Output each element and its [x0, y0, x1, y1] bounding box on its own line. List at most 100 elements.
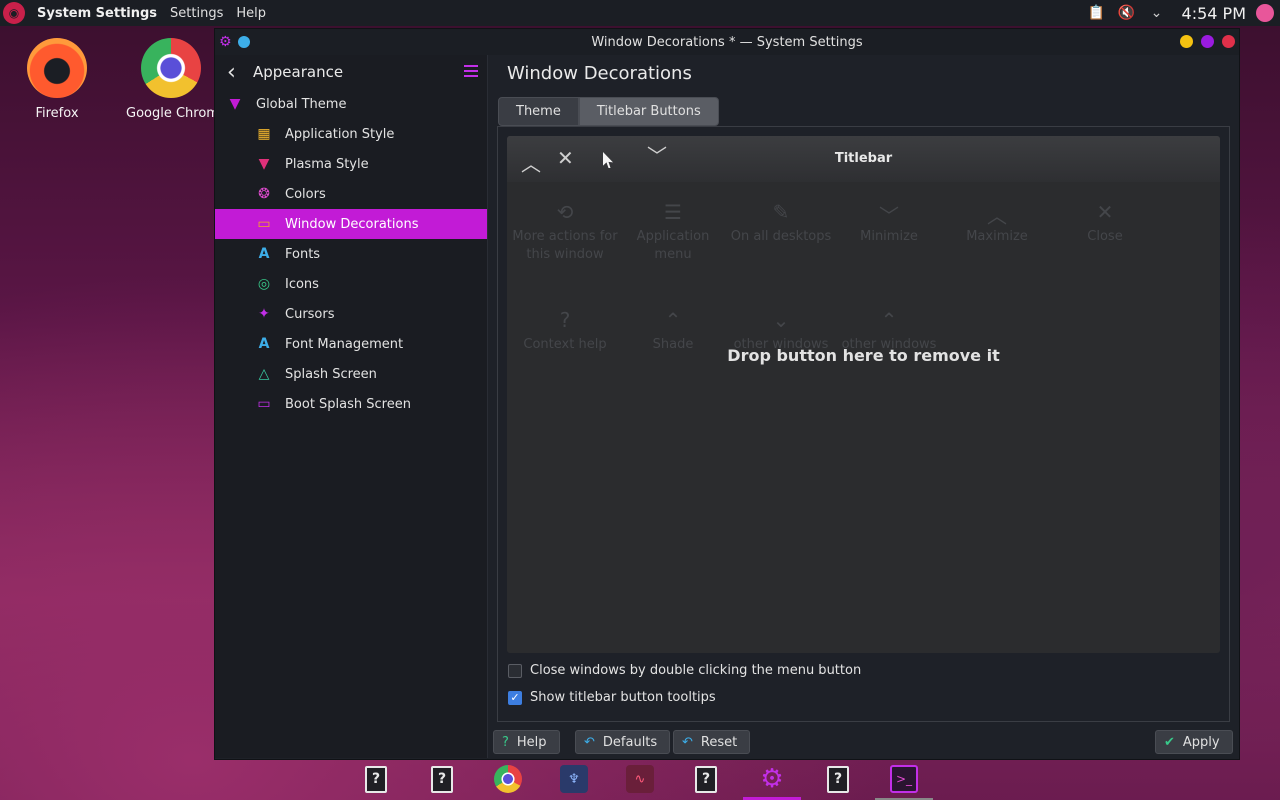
reset-button[interactable]: ↶ Reset — [673, 730, 751, 754]
help-icon: ? — [559, 308, 571, 332]
system-tray: 📋 🔇 ⌄ 4:54 PM — [1082, 0, 1280, 26]
sidebar-item-label: Splash Screen — [285, 366, 377, 382]
option-label: Close windows by double clicking the men… — [530, 663, 862, 678]
menu-help[interactable]: Help — [236, 6, 266, 21]
available-button-minimize[interactable]: ﹀ Minimize — [835, 200, 943, 246]
sidebar-item-label: Application Style — [285, 126, 395, 142]
back-chevron-icon[interactable]: ‹ — [227, 60, 243, 85]
sidebar-item-application-style[interactable]: ▦ Application Style — [215, 119, 487, 149]
sidebar-item-plasma-style[interactable]: ▼ Plasma Style — [215, 149, 487, 179]
clipboard-icon[interactable]: 📋 — [1088, 4, 1106, 22]
apply-button[interactable]: ✔ Apply — [1155, 730, 1233, 754]
chrome-icon — [494, 765, 522, 793]
option-show-tooltips[interactable]: ✓ Show titlebar button tooltips — [508, 690, 716, 705]
available-button-label: More actions for this window — [512, 229, 618, 262]
sidebar-item-fonts[interactable]: A Fonts — [215, 239, 487, 269]
sidebar-item-label: Window Decorations — [285, 216, 419, 232]
system-settings-window: ⚙ Window Decorations * — System Settings… — [214, 28, 1240, 760]
task-unknown-app[interactable]: ? — [413, 758, 471, 800]
clock[interactable]: 4:54 PM — [1182, 4, 1246, 23]
available-button-label: Application menu — [636, 229, 710, 262]
sidebar: ‹ Appearance ▼ Global Theme ▦ Applicatio… — [215, 55, 488, 758]
tree-app-icon: ♆ — [560, 765, 588, 793]
unknown-app-icon: ? — [431, 765, 453, 793]
chevron-down-icon[interactable]: ⌄ — [1148, 4, 1166, 22]
unknown-app-icon: ? — [365, 765, 387, 793]
task-chrome[interactable] — [479, 758, 537, 800]
volume-muted-icon[interactable]: 🔇 — [1118, 4, 1136, 22]
taskbar: ? ? ♆ ∿ ? ⚙ ? >_ — [343, 758, 937, 800]
tab-titlebar-buttons[interactable]: Titlebar Buttons — [578, 97, 719, 126]
task-system-settings[interactable]: ⚙ — [743, 758, 801, 800]
sidebar-title: Appearance — [253, 63, 344, 81]
sidebar-header: ‹ Appearance — [215, 55, 487, 89]
system-monitor-icon: ∿ — [626, 765, 654, 793]
sidebar-item-splash-screen[interactable]: △ Splash Screen — [215, 359, 487, 389]
icons-icon: ◎ — [257, 276, 271, 292]
shade-icon: ⌃ — [664, 308, 682, 332]
avatar[interactable] — [1256, 4, 1274, 22]
menu-settings[interactable]: Settings — [170, 6, 223, 21]
desktop-icon-chrome[interactable]: Google Chrom — [126, 38, 219, 121]
application-menu-icon: ☰ — [664, 200, 682, 224]
help-button-label: Help — [516, 734, 547, 750]
sidebar-item-font-management[interactable]: A Font Management — [215, 329, 487, 359]
boot-splash-screen-icon: ▭ — [257, 396, 271, 412]
sidebar-item-label: Cursors — [285, 306, 335, 322]
task-unknown-app[interactable]: ? — [809, 758, 867, 800]
plasma-style-icon: ▼ — [258, 156, 270, 172]
help-button[interactable]: ? Help — [493, 730, 560, 754]
font-management-icon: A — [258, 336, 270, 352]
option-label: Show titlebar button tooltips — [530, 690, 716, 705]
option-close-double-click[interactable]: Close windows by double clicking the men… — [508, 663, 861, 678]
terminal-icon: >_ — [890, 765, 918, 793]
sidebar-item-label: Font Management — [285, 336, 404, 352]
minimize-button[interactable] — [1180, 35, 1193, 48]
window-titlebar[interactable]: ⚙ Window Decorations * — System Settings — [215, 29, 1239, 55]
sidebar-item-label: Fonts — [285, 246, 321, 262]
available-button-close[interactable]: ✕ Close — [1051, 200, 1159, 246]
available-button-more-actions[interactable]: ⟲ More actions for this window — [511, 200, 619, 264]
application-style-icon: ▦ — [257, 126, 271, 142]
page-title: Window Decorations — [507, 63, 692, 84]
checkbox[interactable] — [508, 663, 522, 678]
button-drop-area[interactable]: ︿ ✕ ﹀ Titlebar ⟲ More actions for this w… — [507, 136, 1220, 653]
available-button-application-menu[interactable]: ☰ Application menu — [619, 200, 727, 264]
top-panel: ◉ System Settings Settings Help 📋 🔇 ⌄ 4:… — [0, 0, 1280, 26]
firefox-icon — [27, 38, 87, 98]
available-button-maximize[interactable]: ︿ Maximize — [943, 200, 1051, 246]
splash-screen-icon: △ — [258, 366, 270, 382]
tab-theme[interactable]: Theme — [498, 97, 579, 126]
available-button-on-all-desktops[interactable]: ✎ On all desktops — [727, 200, 835, 246]
task-tree-app[interactable]: ♆ — [545, 758, 603, 800]
sidebar-item-cursors[interactable]: ✦ Cursors — [215, 299, 487, 329]
defaults-button[interactable]: ↶ Defaults — [575, 730, 671, 754]
task-unknown-app[interactable]: ? — [677, 758, 735, 800]
window-decorations-icon: ▭ — [257, 216, 271, 232]
sidebar-item-colors[interactable]: ❂ Colors — [215, 179, 487, 209]
maximize-button[interactable] — [1201, 35, 1214, 48]
desktop-icon-firefox[interactable]: Firefox — [12, 38, 102, 121]
button-bar: ? Help ↶ Defaults ↶ Reset ✔ Apply — [489, 727, 1239, 757]
sidebar-item-global-theme[interactable]: ▼ Global Theme — [215, 89, 487, 119]
task-terminal[interactable]: >_ — [875, 758, 933, 800]
sidebar-item-window-decorations[interactable]: ▭ Window Decorations — [215, 209, 487, 239]
task-unknown-app[interactable]: ? — [347, 758, 405, 800]
application-launcher-icon[interactable]: ◉ — [3, 2, 25, 24]
checkbox[interactable]: ✓ — [508, 690, 522, 705]
help-icon: ? — [502, 734, 509, 750]
task-system-monitor[interactable]: ∿ — [611, 758, 669, 800]
minimize-icon: ﹀ — [879, 204, 899, 228]
more-actions-icon: ⟲ — [556, 200, 574, 224]
sidebar-item-boot-splash-screen[interactable]: ▭ Boot Splash Screen — [215, 389, 487, 419]
hamburger-menu-icon[interactable] — [464, 65, 478, 77]
gear-icon[interactable]: ⚙ — [219, 34, 232, 50]
sidebar-item-icons[interactable]: ◎ Icons — [215, 269, 487, 299]
undo-icon: ↶ — [584, 734, 595, 750]
close-button[interactable] — [1222, 35, 1235, 48]
close-icon: ✕ — [1096, 200, 1114, 224]
fonts-icon: A — [258, 246, 270, 262]
available-button-label: Maximize — [966, 229, 1028, 244]
titlebar-preview[interactable]: ︿ ✕ ﹀ Titlebar — [507, 136, 1220, 182]
on-all-desktops-icon[interactable] — [237, 36, 250, 48]
